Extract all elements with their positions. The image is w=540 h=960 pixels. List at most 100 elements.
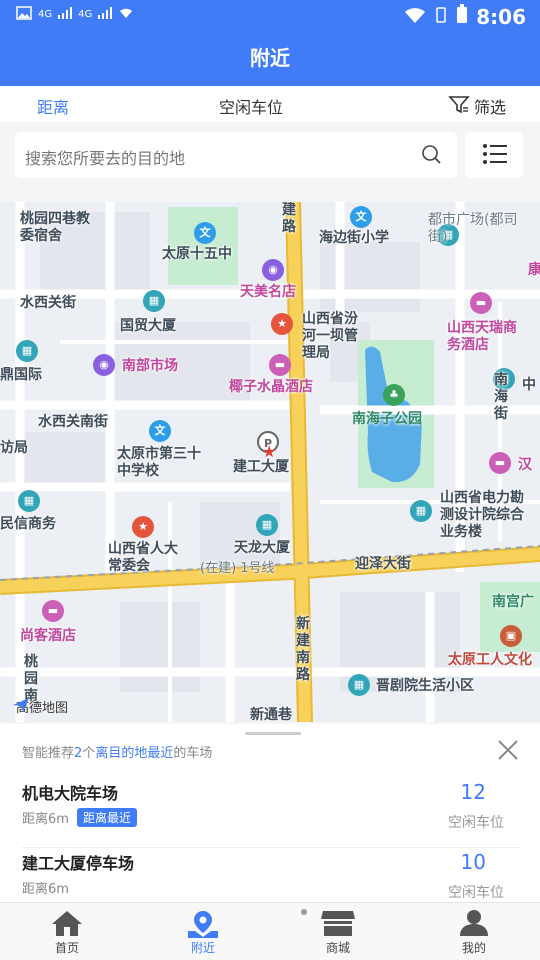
parking-sheet: 智能推荐2个离目的地最近的车场 机电大院车场 距离6m 距离最近 12 空闲车位… [0, 724, 540, 918]
poi-label: 尚客酒店 [20, 628, 76, 644]
poi-label: 山西省汾河一坝管理局 [302, 311, 358, 361]
bottom-nav: 首页 附近 商城 我的 [0, 902, 540, 960]
search-input[interactable]: 搜索您所要去的目的地 [15, 132, 457, 178]
school-pin-icon[interactable]: 文 [350, 206, 372, 228]
poi-label: 中 [522, 377, 536, 393]
parking-lot-item[interactable]: 机电大院车场 距离6m 距离最近 12 空闲车位 [22, 780, 520, 848]
poi-label: 太原工人文化 [448, 652, 532, 668]
poi-label: 民信商务 [0, 516, 56, 532]
parking-lot-distance: 距离6m [22, 812, 69, 827]
road-label: 迎泽大街 [355, 556, 411, 572]
poi-label: 建工大厦 [233, 459, 289, 475]
hotel-pin-icon[interactable]: ▬ [269, 354, 291, 376]
shop-icon [298, 909, 378, 939]
sort-tabs: 距离 空闲车位 筛选 [0, 86, 540, 122]
signal-icon [98, 7, 113, 22]
close-icon[interactable] [496, 738, 520, 766]
parking-lot-name: 建工大厦停车场 [22, 854, 135, 873]
nav-nearby[interactable]: 附近 [163, 909, 243, 956]
building-pin-icon[interactable]: ▦ [18, 490, 40, 512]
user-icon [434, 909, 514, 939]
location-icon [163, 909, 243, 939]
building-pin-icon[interactable]: ▦ [256, 514, 278, 536]
poi-label: 山西天瑞商务酒店 [447, 320, 517, 353]
poi-label: 鼎国际 [0, 367, 42, 383]
poi-label: 汉 [518, 457, 532, 473]
status-bar: 4G 4G 8:06 [0, 0, 540, 34]
hotel-pin-icon[interactable]: ▬ [489, 452, 511, 474]
park-pin-icon[interactable]: ♣ [383, 384, 405, 406]
poi-label: 都市广场(都司街) [428, 212, 518, 245]
shopping-pin-icon[interactable]: ◉ [262, 259, 284, 281]
filter-label: 筛选 [473, 98, 506, 117]
poi-label: 桃园四巷教委宿舍 [20, 211, 90, 244]
recommendation-text: 智能推荐2个离目的地最近的车场 [22, 746, 213, 761]
filter-button[interactable]: 筛选 [448, 94, 506, 118]
shopping-pin-icon[interactable]: ◉ [93, 354, 115, 376]
poi-label: 水西关南街 [38, 414, 108, 430]
free-spaces-count: 10 [460, 850, 486, 874]
poi-label: 南海街 [494, 372, 508, 422]
building-pin-icon[interactable]: ▦ [143, 290, 165, 312]
poi-label: 太原市第三十中学校 [117, 446, 201, 479]
poi-label: 山西省人大常委会 [108, 541, 178, 574]
search-icon[interactable] [421, 144, 443, 170]
poi-label: 太原十五中 [162, 246, 232, 262]
building-pin-icon[interactable]: ▦ [16, 340, 38, 362]
hotel-pin-icon[interactable]: ▬ [42, 600, 64, 622]
poi-label: 南海子公园 [352, 411, 422, 427]
poi-label: 海边街小学 [319, 230, 389, 246]
nav-shop[interactable]: 商城 [298, 909, 378, 956]
road-label: 新建南路 [296, 616, 310, 683]
search-placeholder: 搜索您所要去的目的地 [25, 149, 186, 168]
list-view-button[interactable] [465, 132, 523, 178]
poi-label: 南宫广 [492, 594, 534, 610]
wifi-icon [118, 7, 134, 22]
poi-label: 水西关街 [20, 295, 76, 311]
free-spaces-label: 空闲车位 [448, 885, 504, 901]
tab-distance[interactable]: 距离 [37, 94, 69, 118]
school-pin-icon[interactable]: 文 [149, 420, 171, 442]
poi-label: 天龙大厦 [234, 540, 290, 556]
nearest-badge: 距离最近 [76, 808, 137, 827]
poi-label: 康 [528, 262, 540, 278]
government-pin-icon[interactable]: ★ [132, 516, 154, 538]
battery-icon [456, 4, 468, 29]
page-title: 附近 [0, 34, 540, 86]
free-spaces-label: 空闲车位 [448, 815, 504, 831]
culture-pin-icon[interactable]: ▣ [500, 625, 522, 647]
building-pin-icon[interactable]: ▦ [410, 500, 432, 522]
image-notification-icon [16, 6, 32, 23]
road-label: 建路 [282, 202, 296, 235]
tab-free-spaces[interactable]: 空闲车位 [219, 94, 283, 118]
building-pin-icon[interactable]: ▦ [348, 674, 370, 696]
poi-label: 晋剧院生活小区 [376, 678, 474, 694]
poi-label: 山西省电力勘测设计院综合业务楼 [440, 490, 524, 540]
parking-lot-distance: 距离6m [22, 882, 69, 897]
list-icon [482, 143, 508, 169]
signal-label-2: 4G [78, 9, 93, 20]
poi-label: 天美名店 [240, 284, 296, 300]
sheet-drag-handle[interactable] [245, 732, 301, 735]
metro-label: (在建) 1号线 [200, 561, 275, 576]
nav-home[interactable]: 首页 [27, 909, 107, 956]
vibrate-icon [434, 5, 448, 29]
hotel-pin-icon[interactable]: ▬ [470, 292, 492, 314]
road-label: 新通巷 [250, 707, 292, 722]
poi-label: 椰子水晶酒店 [229, 379, 313, 395]
home-icon [27, 909, 107, 939]
map-view[interactable]: 文 文 ▦ ◉ ▦ ★ ▬ ▦ ◉ ▬ ♣ ▦ 文 P ★ ▬ ▦ ▦ ▦ ★ … [0, 202, 540, 722]
poi-label: 南部市场 [122, 358, 178, 374]
school-pin-icon[interactable]: 文 [194, 222, 216, 244]
signal-label-1: 4G [38, 9, 53, 20]
status-time: 8:06 [476, 4, 526, 29]
government-pin-icon[interactable]: ★ [271, 313, 293, 335]
free-spaces-count: 12 [460, 780, 486, 804]
filter-icon [448, 94, 470, 118]
map-logo: 高德地图 [12, 697, 68, 716]
poi-label: 国贸大厦 [120, 318, 176, 334]
wifi-icon [404, 5, 426, 29]
parking-lot-name: 机电大院车场 [22, 784, 119, 803]
nav-mine[interactable]: 我的 [434, 909, 514, 956]
signal-icon [58, 7, 73, 22]
